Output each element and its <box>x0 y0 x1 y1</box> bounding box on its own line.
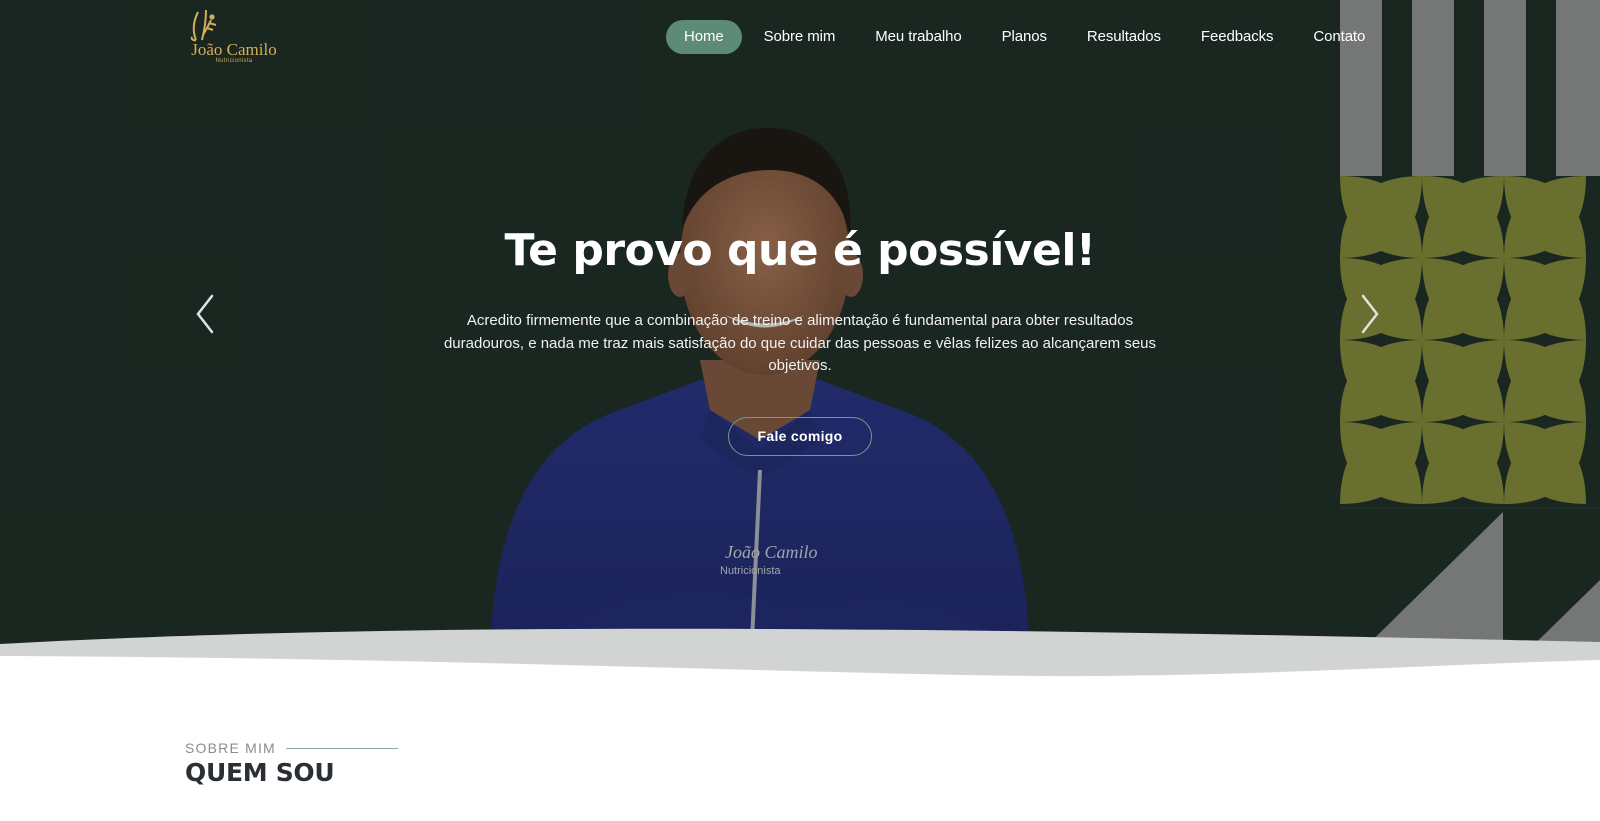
brand-name: João Camilo <box>191 40 277 59</box>
nav-sobre-mim[interactable]: Sobre mim <box>746 20 854 54</box>
nav-planos[interactable]: Planos <box>984 20 1065 54</box>
runner-logo-icon <box>190 9 217 42</box>
fale-comigo-button[interactable]: Fale comigo <box>728 416 872 456</box>
chevron-left-icon[interactable] <box>190 292 220 336</box>
wave-divider <box>0 628 1600 690</box>
nav-resultados[interactable]: Resultados <box>1069 20 1179 54</box>
hero-section: João Camilo Nutricionista João Camilo Nu… <box>0 0 1600 690</box>
main-navigation: Home Sobre mim Meu trabalho Planos Resul… <box>666 20 1383 54</box>
shirt-logo-subtext: Nutricionista <box>720 565 781 577</box>
about-section-header: SOBRE MIM QUEM SOU <box>185 740 398 787</box>
hero-description: Acredito firmemente que a combinação de … <box>443 312 1157 374</box>
nav-meu-trabalho[interactable]: Meu trabalho <box>857 20 979 54</box>
chevron-right-icon[interactable] <box>1355 292 1385 336</box>
hero-content: Te provo que é possível! Acredito firmem… <box>400 222 1200 456</box>
shirt-logo-text: João Camilo <box>725 542 818 562</box>
section-eyebrow: SOBRE MIM <box>185 740 276 756</box>
eyebrow-row: SOBRE MIM <box>185 740 398 756</box>
decorative-pattern <box>1340 0 1600 690</box>
nav-feedbacks[interactable]: Feedbacks <box>1183 20 1291 54</box>
section-title: QUEM SOU <box>185 758 335 787</box>
hero-title: Te provo que é possível! <box>504 225 1096 276</box>
nav-home[interactable]: Home <box>666 20 742 54</box>
nav-contato[interactable]: Contato <box>1295 20 1383 54</box>
eyebrow-divider <box>285 747 398 749</box>
brand-logo[interactable]: João Camilo Nutricionista <box>184 8 284 70</box>
